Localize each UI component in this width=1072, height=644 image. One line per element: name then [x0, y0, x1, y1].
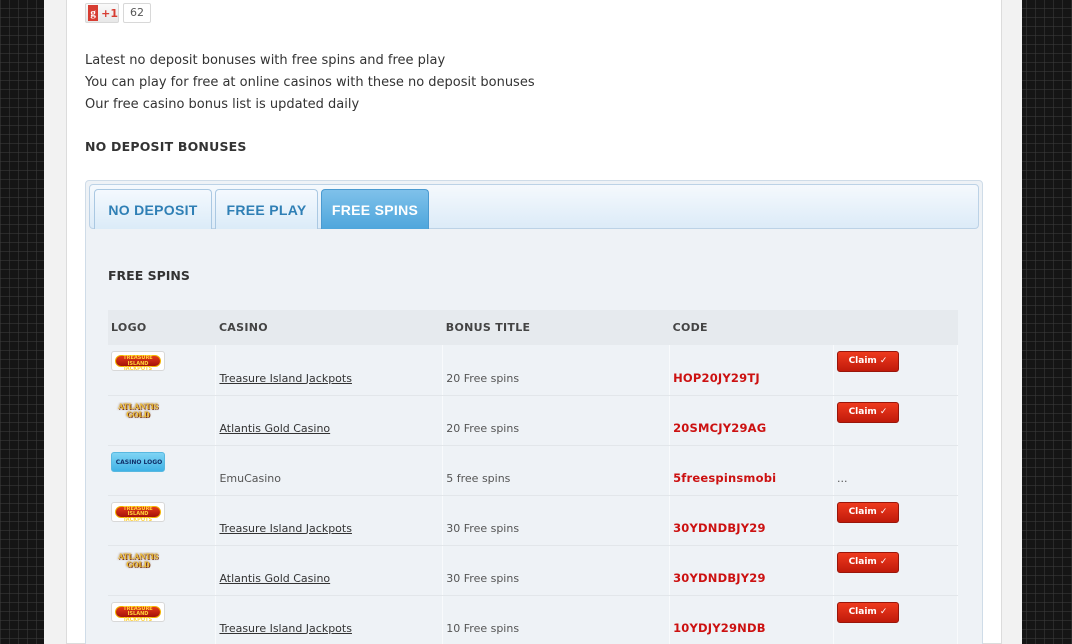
casino-cell: Treasure Island Jackpots: [215, 495, 444, 546]
code-cell: 30YDNDBJY29: [669, 495, 835, 546]
intro-line: You can play for free at online casinos …: [85, 75, 535, 90]
logo-text: ATLANTIS GOLD: [117, 551, 159, 569]
logo-text: ATLANTIS GOLD: [117, 401, 159, 419]
bonus-code: 30YDNDBJY29: [673, 520, 766, 535]
column-header-action: [833, 310, 958, 345]
logo-cell: CASINO LOGO: [108, 445, 217, 496]
logo-cell: ATLANTIS GOLD: [108, 545, 217, 596]
google-plus-button[interactable]: g +1: [85, 3, 119, 23]
share-count: 62: [123, 3, 151, 23]
logo-text: TREASURE ISLAND JACKPOTS: [115, 355, 161, 370]
claim-button[interactable]: Claim ✓: [837, 401, 900, 423]
bonus-title-cell: 20 Free spins: [442, 395, 671, 446]
bonus-title-cell: 20 Free spins: [442, 345, 671, 396]
treasure-island-jackpots-logo[interactable]: TREASURE ISLAND JACKPOTS: [111, 351, 165, 371]
tab-bar: NO DEPOSIT FREE PLAY FREE SPINS: [89, 184, 979, 229]
code-cell: 10YDJY29NDB: [669, 595, 835, 644]
social-share: g +1 62: [85, 3, 151, 23]
table-row: TREASURE ISLAND JACKPOTS Treasure Island…: [108, 345, 958, 396]
casino-cell: Treasure Island Jackpots: [215, 345, 444, 396]
bonus-tabs: NO DEPOSIT FREE PLAY FREE SPINS FREE SPI…: [85, 180, 983, 644]
intro-line: Latest no deposit bonuses with free spin…: [85, 53, 446, 68]
casino-cell: Atlantis Gold Casino: [215, 545, 444, 596]
casino-cell: Treasure Island Jackpots: [215, 595, 444, 644]
tab-free-spins[interactable]: FREE SPINS: [321, 189, 429, 229]
logo-text: TREASURE ISLAND JACKPOTS: [115, 505, 161, 521]
bonus-code: 10YDJY29NDB: [673, 620, 766, 635]
code-cell: 30YDNDBJY29: [669, 545, 835, 596]
table-row: ATLANTIS GOLD Atlantis Gold Casino 20 Fr…: [108, 395, 958, 446]
logo-cell: TREASURE ISLAND JACKPOTS: [108, 345, 217, 396]
atlantis-gold-logo[interactable]: ATLANTIS GOLD: [111, 552, 165, 572]
logo-cell: ATLANTIS GOLD: [108, 395, 217, 446]
action-cell: Claim ✓: [833, 595, 958, 644]
bonus-title-cell: 30 Free spins: [442, 545, 671, 596]
action-ellipsis[interactable]: ...: [837, 472, 848, 485]
claim-button[interactable]: Claim ✓: [837, 501, 900, 523]
section-title: NO DEPOSIT BONUSES: [85, 139, 247, 154]
action-cell: Claim ✓: [833, 495, 958, 546]
action-cell: Claim ✓: [833, 345, 958, 396]
column-header-logo: LOGO: [108, 310, 216, 345]
casino-cell: Atlantis Gold Casino: [215, 395, 444, 446]
column-header-casino: CASINO: [215, 310, 443, 345]
treasure-island-jackpots-logo[interactable]: TREASURE ISLAND JACKPOTS: [111, 501, 165, 522]
table-row: TREASURE ISLAND JACKPOTS Treasure Island…: [108, 495, 958, 546]
content-panel: g +1 62 Latest no deposit bonuses with f…: [66, 0, 1002, 644]
claim-button[interactable]: Claim ✓: [837, 601, 900, 623]
casino-link[interactable]: Atlantis Gold Casino: [219, 422, 330, 435]
claim-button[interactable]: Claim ✓: [837, 351, 900, 372]
google-plus-label: +1: [101, 6, 118, 20]
bonus-code: 5freespinsmobi: [673, 470, 777, 485]
bonus-code: HOP20JY29TJ: [673, 370, 760, 385]
intro-line: Our free casino bonus list is updated da…: [85, 97, 360, 112]
tab-free-play[interactable]: FREE PLAY: [215, 189, 318, 229]
atlantis-gold-logo[interactable]: ATLANTIS GOLD: [111, 402, 165, 422]
column-header-code: CODE: [669, 310, 834, 345]
casino-cell: EmuCasino: [215, 445, 444, 496]
bonus-title-cell: 5 free spins: [442, 445, 671, 496]
casino-link[interactable]: Treasure Island Jackpots: [219, 622, 352, 635]
casino-link[interactable]: Treasure Island Jackpots: [219, 522, 352, 535]
action-cell: Claim ✓: [833, 395, 958, 446]
tab-content-title: FREE SPINS: [108, 268, 190, 283]
table-row: CASINO LOGO EmuCasino 5 free spins 5free…: [108, 445, 958, 496]
claim-button[interactable]: Claim ✓: [837, 551, 900, 573]
action-cell: ...: [833, 445, 958, 496]
bonus-title-cell: 30 Free spins: [442, 495, 671, 546]
code-cell: 20SMCJY29AG: [669, 395, 835, 446]
action-cell: Claim ✓: [833, 545, 958, 596]
bonus-code: 20SMCJY29AG: [673, 420, 767, 435]
page-background: g +1 62 Latest no deposit bonuses with f…: [44, 0, 1022, 644]
table-header-row: LOGO CASINO BONUS TITLE CODE: [108, 310, 958, 345]
google-plus-icon: g: [88, 5, 99, 21]
code-cell: 5freespinsmobi: [669, 445, 835, 496]
code-cell: HOP20JY29TJ: [669, 345, 835, 396]
column-header-bonus-title: BONUS TITLE: [442, 310, 670, 345]
bonus-title-cell: 10 Free spins: [442, 595, 671, 644]
casino-name: EmuCasino: [219, 471, 281, 485]
treasure-island-jackpots-logo[interactable]: TREASURE ISLAND JACKPOTS: [111, 601, 165, 622]
logo-cell: TREASURE ISLAND JACKPOTS: [108, 595, 217, 644]
bonus-table: LOGO CASINO BONUS TITLE CODE TREASURE IS…: [108, 310, 958, 644]
logo-text: CASINO LOGO: [115, 458, 163, 466]
casino-link[interactable]: Atlantis Gold Casino: [219, 572, 330, 585]
casino-logo-placeholder[interactable]: CASINO LOGO: [111, 451, 165, 472]
bonus-code: 30YDNDBJY29: [673, 570, 766, 585]
logo-text: TREASURE ISLAND JACKPOTS: [115, 605, 161, 621]
table-row: TREASURE ISLAND JACKPOTS Treasure Island…: [108, 595, 958, 644]
tab-no-deposit[interactable]: NO DEPOSIT: [94, 189, 212, 229]
logo-cell: TREASURE ISLAND JACKPOTS: [108, 495, 217, 546]
intro-text: Latest no deposit bonuses with free spin…: [85, 50, 535, 116]
casino-link[interactable]: Treasure Island Jackpots: [219, 372, 352, 385]
table-row: ATLANTIS GOLD Atlantis Gold Casino 30 Fr…: [108, 545, 958, 596]
